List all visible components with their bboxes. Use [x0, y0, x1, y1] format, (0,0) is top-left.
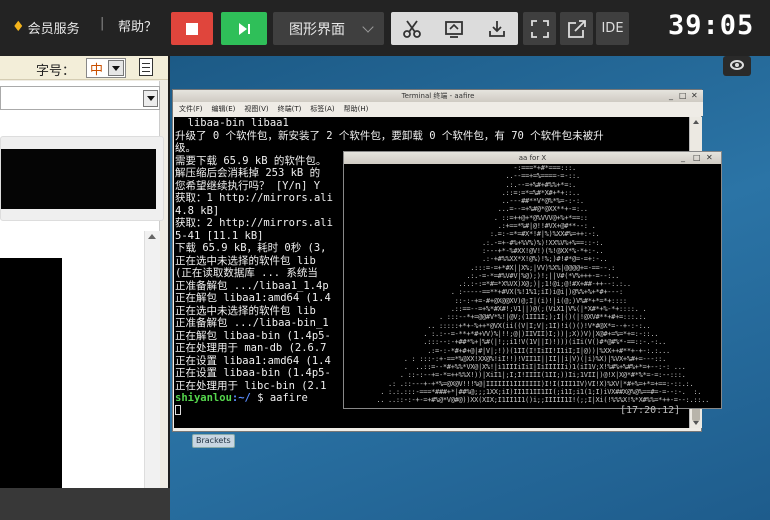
left-dropdown-arrow[interactable]: [143, 90, 158, 107]
prompt-user: shiyanlou: [175, 392, 232, 404]
scroll-up-icon[interactable]: [148, 234, 156, 239]
play-icon: [238, 22, 247, 35]
text-cursor: [175, 404, 181, 415]
timestamp-text: [17:20:12]: [620, 405, 681, 416]
font-size-value: 中: [90, 62, 104, 78]
triangle-down-icon: [112, 65, 120, 71]
terminal-title: Terminal 终端 - aafire: [173, 90, 703, 102]
vip-service-label: 会员服务: [27, 21, 80, 37]
clipboard-sync-icon: [445, 20, 464, 38]
clipboard-tools: [391, 12, 518, 45]
session-timer: 39:05: [668, 10, 755, 41]
top-toolbar: ♦ 会员服务 | 帮助？ 图形界面 IDE 39:05: [0, 0, 770, 56]
triangle-down-icon: [146, 96, 155, 101]
terminal-line: 升级了 0 个软件包，新安装了 2 个软件包，要卸载 0 个软件包，有 70 个…: [175, 129, 604, 142]
document-icon[interactable]: [139, 58, 153, 76]
cut-button[interactable]: [399, 16, 425, 42]
left-panel: 字号： 中: [0, 56, 168, 514]
preview-image: [1, 149, 156, 209]
menu-edit[interactable]: 编辑(E): [212, 104, 236, 114]
close-icon[interactable]: ✕: [706, 153, 713, 163]
download-button[interactable]: [484, 16, 510, 42]
terminal-line: libaa-bin libaa1: [175, 117, 289, 129]
fullscreen-icon: [530, 19, 549, 38]
chevron-down-icon: [362, 21, 374, 33]
resume-button[interactable]: [221, 12, 267, 45]
view-toggle-button[interactable]: [723, 56, 751, 76]
font-size-label: 字号：: [36, 64, 76, 79]
left-bottom-bar: [0, 488, 170, 520]
prompt-path: :~/: [231, 392, 251, 404]
play-bar-icon: [247, 23, 250, 34]
menu-help[interactable]: 帮助(H): [344, 104, 369, 114]
scissors-icon: [403, 19, 422, 38]
scroll-down-icon[interactable]: [693, 421, 699, 425]
menu-view[interactable]: 视图(V): [244, 104, 268, 114]
ide-label: IDE: [601, 21, 624, 36]
left-panel-toolbar: 字号： 中: [0, 56, 168, 80]
menu-tabs[interactable]: 标签(A): [310, 104, 334, 114]
clipboard-sync-button[interactable]: [441, 16, 467, 42]
left-panel-content: [0, 81, 164, 514]
minimize-icon[interactable]: _: [681, 153, 685, 163]
font-size-dropdown-arrow[interactable]: [108, 60, 124, 76]
toolbar-separator: |: [100, 16, 105, 31]
content-image: [0, 258, 62, 510]
aafire-title: aa for X: [344, 152, 721, 164]
maximize-icon[interactable]: □: [679, 91, 687, 101]
diamond-icon: ♦: [12, 19, 25, 35]
view-mode-label: 图形界面: [289, 21, 345, 38]
left-dropdown[interactable]: [0, 86, 160, 110]
vip-service-link[interactable]: ♦ 会员服务: [12, 16, 80, 38]
download-icon: [488, 20, 505, 37]
stop-icon: [186, 22, 198, 35]
close-icon[interactable]: ✕: [691, 91, 698, 101]
ide-button[interactable]: IDE: [596, 12, 629, 45]
open-new-window-button[interactable]: [560, 12, 593, 45]
view-mode-select[interactable]: 图形界面: [273, 12, 384, 45]
minimize-icon[interactable]: _: [669, 91, 673, 101]
stop-button[interactable]: [171, 12, 213, 45]
font-size-select[interactable]: 中: [86, 58, 126, 78]
preview-card: [0, 136, 164, 221]
fullscreen-button[interactable]: [523, 12, 556, 45]
aafire-window[interactable]: aa for X _ □ ✕ -:===*+#*===:::. ..--==+=…: [343, 151, 722, 409]
left-panel-scrollbar[interactable]: [144, 231, 160, 514]
ascii-fire-art: -:===*+#*===:::. ..--==+=%====-=-::. .:.…: [376, 164, 710, 405]
ascii-fire-canvas: -:===*+#*===:::. ..--==+=%====-=-::. .:.…: [345, 164, 720, 408]
terminal-menubar: 文件(F) 编辑(E) 视图(V) 终端(T) 标签(A) 帮助(H): [173, 102, 703, 116]
scroll-up-icon[interactable]: [693, 120, 699, 124]
prompt-command: $ aafire: [250, 392, 308, 404]
screen: ♦ 会员服务 | 帮助？ 图形界面 IDE 39:05 字号： 中 Termin…: [0, 0, 770, 520]
menu-file[interactable]: 文件(F): [179, 104, 203, 114]
maximize-icon[interactable]: □: [693, 153, 701, 163]
external-link-icon: [567, 19, 586, 38]
help-link[interactable]: 帮助？: [118, 16, 157, 35]
taskbar-brackets[interactable]: Brackets: [192, 434, 235, 448]
menu-terminal[interactable]: 终端(T): [278, 104, 302, 114]
